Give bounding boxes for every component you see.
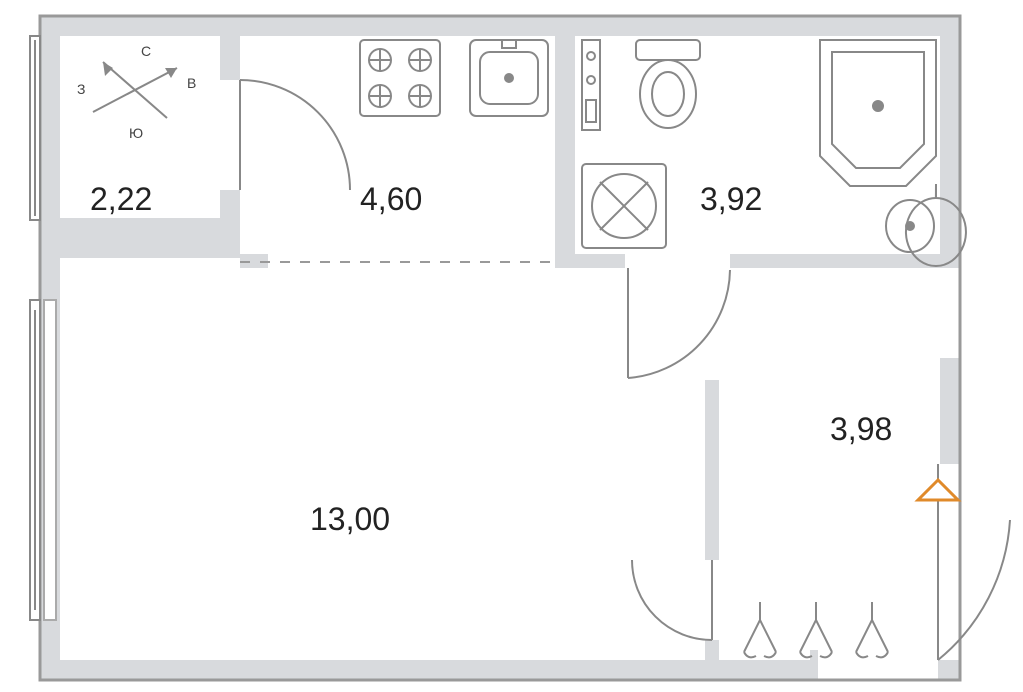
washing-machine-icon bbox=[582, 164, 666, 248]
area-balcony: 2,22 bbox=[90, 181, 152, 217]
living-window bbox=[30, 300, 56, 620]
toilet-icon bbox=[636, 40, 700, 128]
compass-n: С bbox=[141, 43, 151, 59]
area-bathroom: 3,92 bbox=[700, 181, 762, 217]
compass-s: Ю bbox=[129, 125, 143, 141]
floor-plan-svg: С В Ю З bbox=[0, 0, 1023, 692]
compass-e: В bbox=[187, 75, 196, 91]
balcony-window bbox=[30, 36, 40, 220]
area-kitchen: 4,60 bbox=[360, 181, 422, 217]
stove-icon bbox=[360, 40, 440, 116]
area-living: 13,00 bbox=[310, 501, 390, 537]
sink-icon bbox=[470, 40, 548, 116]
door-bathroom bbox=[628, 268, 730, 378]
entry-door bbox=[918, 464, 1010, 660]
door-living bbox=[632, 560, 712, 640]
bathroom-panel-icon bbox=[582, 40, 600, 130]
door-kitchen bbox=[240, 80, 350, 190]
shower-icon bbox=[820, 40, 936, 186]
coat-hooks-icon bbox=[744, 602, 888, 657]
area-hallway: 3,98 bbox=[830, 411, 892, 447]
compass-w: З bbox=[77, 81, 85, 97]
floor-plan: { "compass": { "n": "С", "e": "В", "s": … bbox=[0, 0, 1023, 692]
entry-marker-icon bbox=[918, 480, 958, 500]
compass-icon: С В Ю З bbox=[77, 43, 196, 141]
